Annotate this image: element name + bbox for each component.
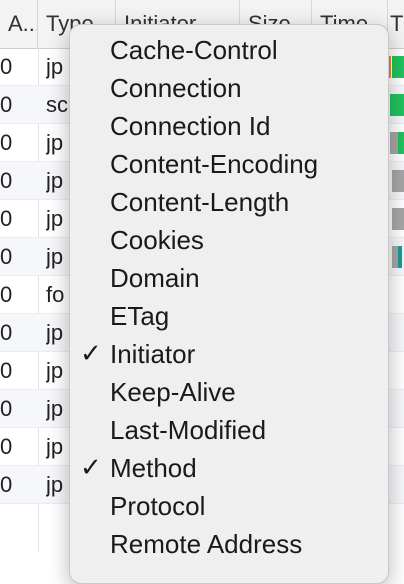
menu-item-label: Connection [110,73,242,103]
checkmark-icon: ✓ [80,453,102,483]
menu-item-connection[interactable]: Connection [70,69,388,107]
menu-item-label: ETag [110,301,170,331]
status-cell: 0 [0,168,13,193]
waterfall-bar [398,132,404,154]
menu-item-connection-id[interactable]: Connection Id [70,107,388,145]
menu-item-label: Protocol [110,491,206,521]
status-cell: 0 [0,396,13,421]
waterfall-bar [392,170,404,192]
menu-item-method[interactable]: ✓ Method [70,449,388,487]
menu-item-label: Remote Address [110,529,303,559]
menu-item-content-length[interactable]: Content-Length [70,183,388,221]
menu-item-label: Initiator [110,339,196,369]
status-cell: 0 [0,358,13,383]
waterfall-bar [390,94,404,116]
menu-item-initiator[interactable]: ✓ Initiator [70,335,388,373]
waterfall-bar [392,208,404,230]
menu-item-label: Keep-Alive [110,377,236,407]
menu-item-label: Connection Id [110,111,271,141]
menu-item-keep-alive[interactable]: Keep-Alive [70,373,388,411]
menu-item-label: Content-Encoding [110,149,319,179]
menu-item-cookies[interactable]: Cookies [70,221,388,259]
status-cell: 0 [0,320,13,345]
menu-item-remote-address[interactable]: Remote Address [70,525,388,563]
menu-item-label: Content-Length [110,187,290,217]
menu-item-content-encoding[interactable]: Content-Encoding [70,145,388,183]
status-cell: 0 [0,434,13,459]
menu-item-label: Cookies [110,225,204,255]
menu-item-label: Cache-Control [110,35,278,65]
menu-item-cache-control[interactable]: Cache-Control [70,31,388,69]
waterfall-bar [398,246,402,268]
column-header-waterfall[interactable]: T [388,0,404,48]
menu-item-protocol[interactable]: Protocol [70,487,388,525]
menu-item-etag[interactable]: ETag [70,297,388,335]
status-cell: 0 [0,130,13,155]
checkmark-icon: ✓ [80,339,102,369]
menu-item-list: Cache-Control Connection Connection Id Cont… [70,31,388,563]
column-header-status[interactable]: A... [0,0,38,48]
status-cell: 0 [0,206,13,231]
status-cell: 0 [0,92,13,117]
status-cell: 0 [0,54,13,79]
waterfall-bar [390,132,398,154]
waterfall-bar [392,56,404,78]
column-context-menu: Cache-Control Connection Connection Id Cont… [69,24,389,584]
menu-item-label: Method [110,453,197,483]
menu-item-domain[interactable]: Domain [70,259,388,297]
status-cell: 0 [0,244,13,269]
status-cell: 0 [0,282,13,307]
menu-item-last-modified[interactable]: Last-Modified [70,411,388,449]
menu-item-label: Domain [110,263,200,293]
menu-item-label: Last-Modified [110,415,267,445]
status-cell: 0 [0,472,13,497]
